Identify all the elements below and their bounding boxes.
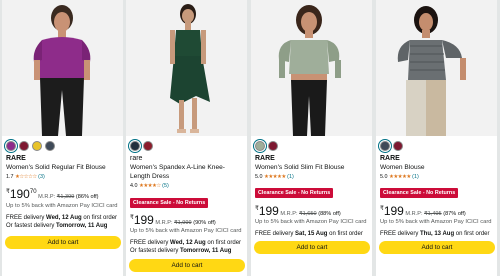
- price-row: ₹199 M.R.P: ₹1,999 (90% off): [130, 212, 245, 226]
- color-swatch[interactable]: [45, 141, 55, 151]
- rating-value: 1.7: [6, 174, 14, 180]
- add-to-cart-button[interactable]: Add to cart: [129, 259, 245, 272]
- price-row: ₹19070 M.R.P: ₹1,399 (86% off): [6, 186, 121, 200]
- product-image[interactable]: [2, 0, 123, 136]
- color-swatch[interactable]: [6, 141, 16, 151]
- color-swatches: [255, 141, 278, 152]
- product-grid: RARE Women's Solid Regular Fit Blouse 1.…: [0, 0, 500, 276]
- product-photo: [251, 0, 372, 136]
- rating-value: 4.0: [130, 183, 138, 189]
- product-card[interactable]: rare Women's Spandex A-Line Knee-Length …: [126, 0, 247, 276]
- star-rating-icon: ★★★★☆: [139, 183, 161, 189]
- mrp-value: ₹1,999: [174, 220, 192, 226]
- product-card[interactable]: RARE Women Blouse 5.0 ★★★★★ (1) Clearanc…: [376, 0, 497, 276]
- product-card[interactable]: RARE Women's Solid Slim Fit Blouse 5.0 ★…: [251, 0, 372, 276]
- price: ₹19070: [6, 187, 37, 201]
- mrp-value: ₹1,650: [299, 211, 317, 217]
- product-title[interactable]: Women's Spandex A-Line Knee-Length Dress: [130, 163, 245, 181]
- add-to-cart-button[interactable]: Add to cart: [5, 236, 121, 249]
- bank-offer: Up to 5% back with Amazon Pay ICICI card: [255, 219, 367, 225]
- product-image[interactable]: [376, 0, 497, 136]
- product-photo: [376, 0, 497, 136]
- product-brand: RARE: [255, 155, 275, 162]
- bank-offer: Up to 5% back with Amazon Pay ICICI card: [130, 228, 242, 234]
- rating-count[interactable]: (5): [162, 183, 169, 189]
- price-row: ₹199 M.R.P: ₹1,495 (87% off): [380, 203, 495, 217]
- product-card[interactable]: RARE Women's Solid Regular Fit Blouse 1.…: [2, 0, 123, 276]
- clearance-badge: Clearance Sale - No Returns: [380, 188, 459, 198]
- color-swatch[interactable]: [380, 141, 390, 151]
- color-swatch[interactable]: [255, 141, 265, 151]
- color-swatches: [380, 141, 403, 152]
- rating-value: 5.0: [380, 174, 388, 180]
- mrp-label: M.R.P:: [155, 220, 173, 226]
- clearance-badge: Clearance Sale - No Returns: [130, 198, 209, 208]
- star-rating-icon: ★★★★★: [389, 174, 411, 180]
- bank-offer: Up to 5% back with Amazon Pay ICICI card: [380, 219, 492, 225]
- delivery-info: FREE delivery Thu, 13 Aug on first order: [380, 231, 490, 237]
- discount: (88% off): [318, 211, 341, 217]
- color-swatch[interactable]: [393, 141, 403, 151]
- rating-count[interactable]: (1): [287, 174, 294, 180]
- product-title[interactable]: Women Blouse: [380, 163, 495, 172]
- mrp-value: ₹1,399: [56, 194, 75, 200]
- product-brand: RARE: [6, 155, 26, 162]
- rating-row[interactable]: 5.0 ★★★★★ (1): [255, 174, 370, 180]
- mrp-value: ₹1,495: [424, 211, 442, 217]
- delivery-info: FREE delivery Sat, 15 Aug on first order: [255, 231, 363, 237]
- bank-offer: Up to 5% back with Amazon Pay ICICI card: [6, 203, 118, 209]
- price: ₹199: [380, 204, 404, 218]
- rating-count[interactable]: (1): [412, 174, 419, 180]
- product-image[interactable]: [251, 0, 372, 136]
- color-swatch[interactable]: [143, 141, 153, 151]
- rating-row[interactable]: 4.0 ★★★★☆ (5): [130, 183, 245, 189]
- clearance-badge: Clearance Sale - No Returns: [255, 188, 334, 198]
- delivery-info: FREE delivery Wed, 12 Aug on first order…: [6, 215, 118, 229]
- product-image[interactable]: [126, 0, 247, 136]
- color-swatches: [6, 141, 55, 152]
- color-swatch[interactable]: [19, 141, 29, 151]
- add-to-cart-button[interactable]: Add to cart: [379, 241, 495, 254]
- product-photo: [2, 0, 123, 136]
- price: ₹199: [255, 204, 279, 218]
- rating-row[interactable]: 5.0 ★★★★★ (1): [380, 174, 495, 180]
- product-photo: [126, 0, 247, 136]
- product-brand: RARE: [380, 155, 400, 162]
- add-to-cart-button[interactable]: Add to cart: [254, 241, 370, 254]
- rating-count[interactable]: (3): [38, 174, 45, 180]
- color-swatch[interactable]: [130, 141, 140, 151]
- discount: (90% off): [193, 220, 216, 226]
- color-swatch[interactable]: [268, 141, 278, 151]
- star-rating-icon: ★★★★★: [264, 174, 286, 180]
- color-swatches: [130, 141, 153, 152]
- price-row: ₹199 M.R.P: ₹1,650 (88% off): [255, 203, 370, 217]
- color-swatch[interactable]: [32, 141, 42, 151]
- price: ₹199: [130, 213, 154, 227]
- product-title[interactable]: Women's Solid Regular Fit Blouse: [6, 163, 121, 172]
- delivery-info: FREE delivery Wed, 12 Aug on first order…: [130, 240, 242, 254]
- discount: (86% off): [75, 194, 99, 200]
- star-rating-icon: ★☆☆☆☆: [15, 174, 37, 180]
- product-title[interactable]: Women's Solid Slim Fit Blouse: [255, 163, 370, 172]
- mrp-label: M.R.P:: [405, 211, 423, 217]
- rating-row[interactable]: 1.7 ★☆☆☆☆ (3): [6, 174, 121, 180]
- discount: (87% off): [443, 211, 466, 217]
- rating-value: 5.0: [255, 174, 263, 180]
- product-brand: rare: [130, 155, 143, 162]
- mrp-label: M.R.P:: [38, 194, 56, 200]
- mrp-label: M.R.P:: [280, 211, 298, 217]
